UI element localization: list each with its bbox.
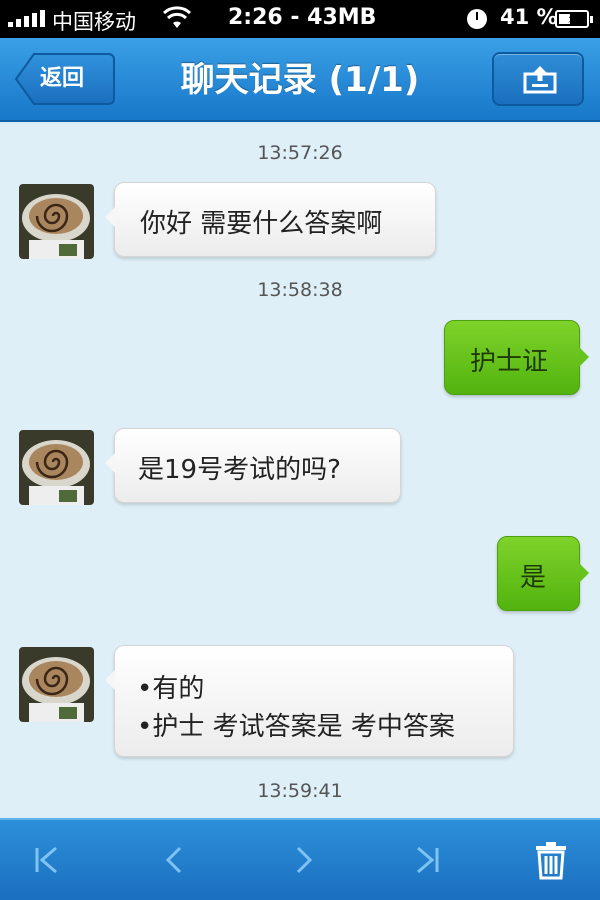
message-text: •护士 考试答案是 考中答案 (137, 712, 455, 742)
next-page-icon (296, 846, 313, 874)
share-button[interactable] (492, 52, 584, 106)
message-text: •有的 (137, 674, 205, 704)
message-text: 是 (520, 563, 547, 593)
nav-bar: 聊天记录 (1/1) 返回 (0, 38, 600, 122)
timestamp: 13:59:41 (257, 780, 343, 802)
message-text: 护士证 (470, 347, 549, 377)
previous-page-icon (165, 846, 182, 874)
next-page-button[interactable] (284, 840, 324, 880)
battery-percent: 41 % (500, 5, 558, 29)
avatar[interactable] (19, 430, 94, 505)
wifi-icon (163, 6, 191, 28)
clock-icon (467, 9, 487, 29)
last-page-button[interactable] (406, 840, 446, 880)
delete-button[interactable] (531, 840, 571, 880)
message-bubble-incoming[interactable]: •有的 •护士 考试答案是 考中答案 (105, 645, 514, 757)
avatar[interactable] (19, 647, 94, 722)
signal-strength-icon (8, 10, 45, 27)
message-bubble-outgoing[interactable]: 是 (497, 536, 589, 611)
bottom-toolbar (0, 818, 600, 900)
timestamp: 13:57:26 (257, 142, 343, 164)
carrier-label: 中国移动 (52, 10, 136, 34)
message-bubble-incoming[interactable]: 你好 需要什么答案啊 (105, 182, 436, 257)
first-page-button[interactable] (28, 840, 68, 880)
timestamp: 13:58:38 (257, 279, 343, 301)
first-page-icon (35, 846, 57, 874)
previous-page-button[interactable] (154, 840, 194, 880)
last-page-icon (417, 846, 439, 874)
trash-icon (536, 842, 566, 880)
chat-history[interactable]: 13:57:26 你好 需要什么答案啊 13:58:38 护士证 是19号考试的… (0, 124, 600, 818)
message-bubble-incoming[interactable]: 是19号考试的吗? (105, 428, 401, 503)
status-time: 2:26 - 43MB (228, 5, 377, 30)
avatar[interactable] (19, 184, 94, 259)
battery-icon: ⚡ (555, 10, 593, 28)
back-button[interactable]: 返回 (14, 52, 116, 106)
message-text: 是19号考试的吗? (138, 455, 341, 485)
share-export-icon (523, 66, 557, 94)
status-bar: 中国移动 2:26 - 43MB 41 % ⚡ (0, 0, 600, 38)
back-label: 返回 (40, 66, 85, 91)
message-bubble-outgoing[interactable]: 护士证 (444, 320, 589, 395)
message-text: 你好 需要什么答案啊 (140, 209, 383, 239)
